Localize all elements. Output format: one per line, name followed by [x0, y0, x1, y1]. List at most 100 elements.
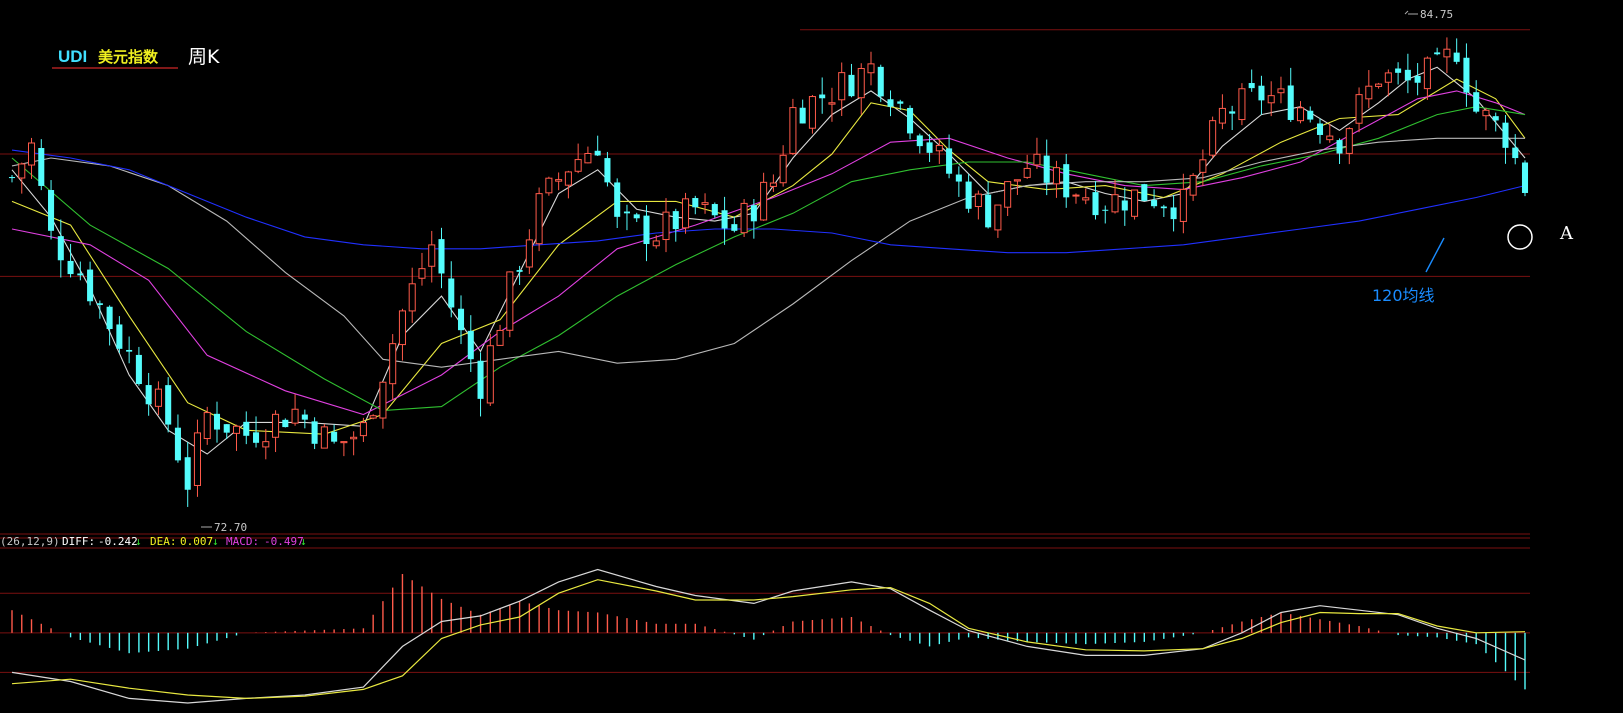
- candle-body: [486, 345, 494, 404]
- candle-body: [1463, 57, 1470, 93]
- candle-body: [174, 427, 181, 461]
- macd-value: -0.497: [264, 535, 304, 548]
- candle-body: [731, 224, 738, 231]
- candle: [545, 176, 553, 196]
- candle-body: [262, 441, 270, 448]
- macd-label: MACD:: [226, 535, 259, 548]
- candle-body: [1307, 110, 1314, 120]
- candle-body: [994, 204, 1002, 231]
- candle-body: [672, 211, 679, 230]
- candle-body: [1326, 135, 1334, 141]
- dea-arrow: ↓: [212, 535, 219, 548]
- dea-label: DEA:: [150, 535, 177, 548]
- candle: [1238, 83, 1246, 126]
- candle-body: [1434, 52, 1441, 55]
- candle-body: [87, 269, 94, 302]
- candle-body: [1218, 107, 1226, 124]
- candle-body: [516, 270, 523, 272]
- candle-body: [769, 182, 777, 187]
- candle-body: [77, 273, 84, 276]
- candle-body: [1052, 167, 1060, 185]
- candle-body: [291, 408, 299, 424]
- candle-body: [165, 385, 172, 425]
- candle-body: [1063, 164, 1070, 198]
- candle: [1141, 183, 1148, 202]
- candle-body: [1316, 123, 1324, 135]
- candle-body: [311, 421, 318, 444]
- candle-body: [320, 426, 328, 449]
- candle-body: [799, 107, 806, 124]
- candle-body: [27, 142, 36, 166]
- diff-label: DIFF:: [62, 535, 95, 548]
- candle: [789, 98, 797, 156]
- candle: [535, 187, 543, 252]
- candle-body: [1414, 75, 1421, 83]
- candle-body: [1384, 72, 1392, 83]
- low-label: 72.70: [214, 521, 247, 534]
- candle-body: [594, 150, 601, 156]
- diff-arrow: ↓: [135, 535, 142, 548]
- candle-body: [1072, 194, 1080, 197]
- dea-value: 0.007: [180, 535, 213, 548]
- candle-body: [1453, 52, 1460, 62]
- candle-body: [1151, 200, 1158, 207]
- candle-body: [1336, 140, 1343, 154]
- candle-body: [184, 457, 191, 490]
- candle-body: [272, 413, 280, 438]
- candle-body: [67, 260, 74, 275]
- candle-body: [1013, 179, 1021, 182]
- candle-body: [525, 239, 533, 268]
- candle: [740, 199, 748, 237]
- candle-body: [18, 163, 26, 179]
- candle-body: [57, 236, 64, 261]
- period-label: 周K: [188, 46, 220, 68]
- candle-body: [819, 94, 826, 99]
- candle-body: [1121, 200, 1128, 211]
- candle-body: [389, 343, 397, 385]
- candle-body: [574, 159, 582, 172]
- candle-body: [1492, 116, 1499, 121]
- candle-body: [1033, 153, 1041, 166]
- candle-body: [301, 414, 308, 420]
- candle-body: [1170, 207, 1177, 220]
- candle-body: [916, 135, 923, 147]
- candle-body: [1482, 109, 1490, 117]
- high-label: 84.75: [1420, 8, 1453, 21]
- symbol-code: UDI: [58, 47, 87, 66]
- candle-body: [418, 268, 426, 279]
- candle-body: [584, 152, 592, 164]
- candle-body: [253, 432, 260, 443]
- candle-body: [1189, 174, 1197, 196]
- candle-body: [750, 205, 757, 222]
- candle-body: [506, 271, 514, 331]
- candle-body: [448, 278, 455, 308]
- candle-body: [682, 198, 690, 229]
- macd-params: (26,12,9): [0, 535, 60, 548]
- candle-body: [48, 190, 55, 231]
- candle-body: [907, 107, 914, 134]
- candle-body: [1365, 85, 1373, 100]
- candle-body: [1102, 209, 1109, 211]
- candle-body: [1092, 192, 1099, 216]
- candle-body: [711, 204, 718, 216]
- candle-body: [1277, 88, 1285, 94]
- candle-body: [408, 283, 416, 312]
- candle-body: [1179, 188, 1187, 222]
- symbol-name: 美元指数: [98, 48, 159, 66]
- candle-body: [1512, 147, 1519, 159]
- candle-body: [535, 193, 543, 245]
- weekly-candlestick-chart: UDI 美元指数 周K 84.75 72.70 120均线 A (26,12,9…: [0, 0, 1623, 713]
- candle-body: [1502, 122, 1509, 148]
- candle-body: [1395, 68, 1402, 73]
- candle-body: [555, 179, 563, 182]
- diff-value: -0.242: [98, 535, 138, 548]
- candle-body: [438, 239, 445, 274]
- candle-body: [701, 202, 709, 205]
- candle-body: [1248, 83, 1255, 89]
- candle-body: [1443, 48, 1451, 58]
- candle-body: [145, 385, 152, 405]
- candle-body: [1160, 206, 1167, 209]
- candle-body: [467, 330, 474, 360]
- candle-body: [8, 177, 16, 179]
- candle-body: [1023, 167, 1031, 178]
